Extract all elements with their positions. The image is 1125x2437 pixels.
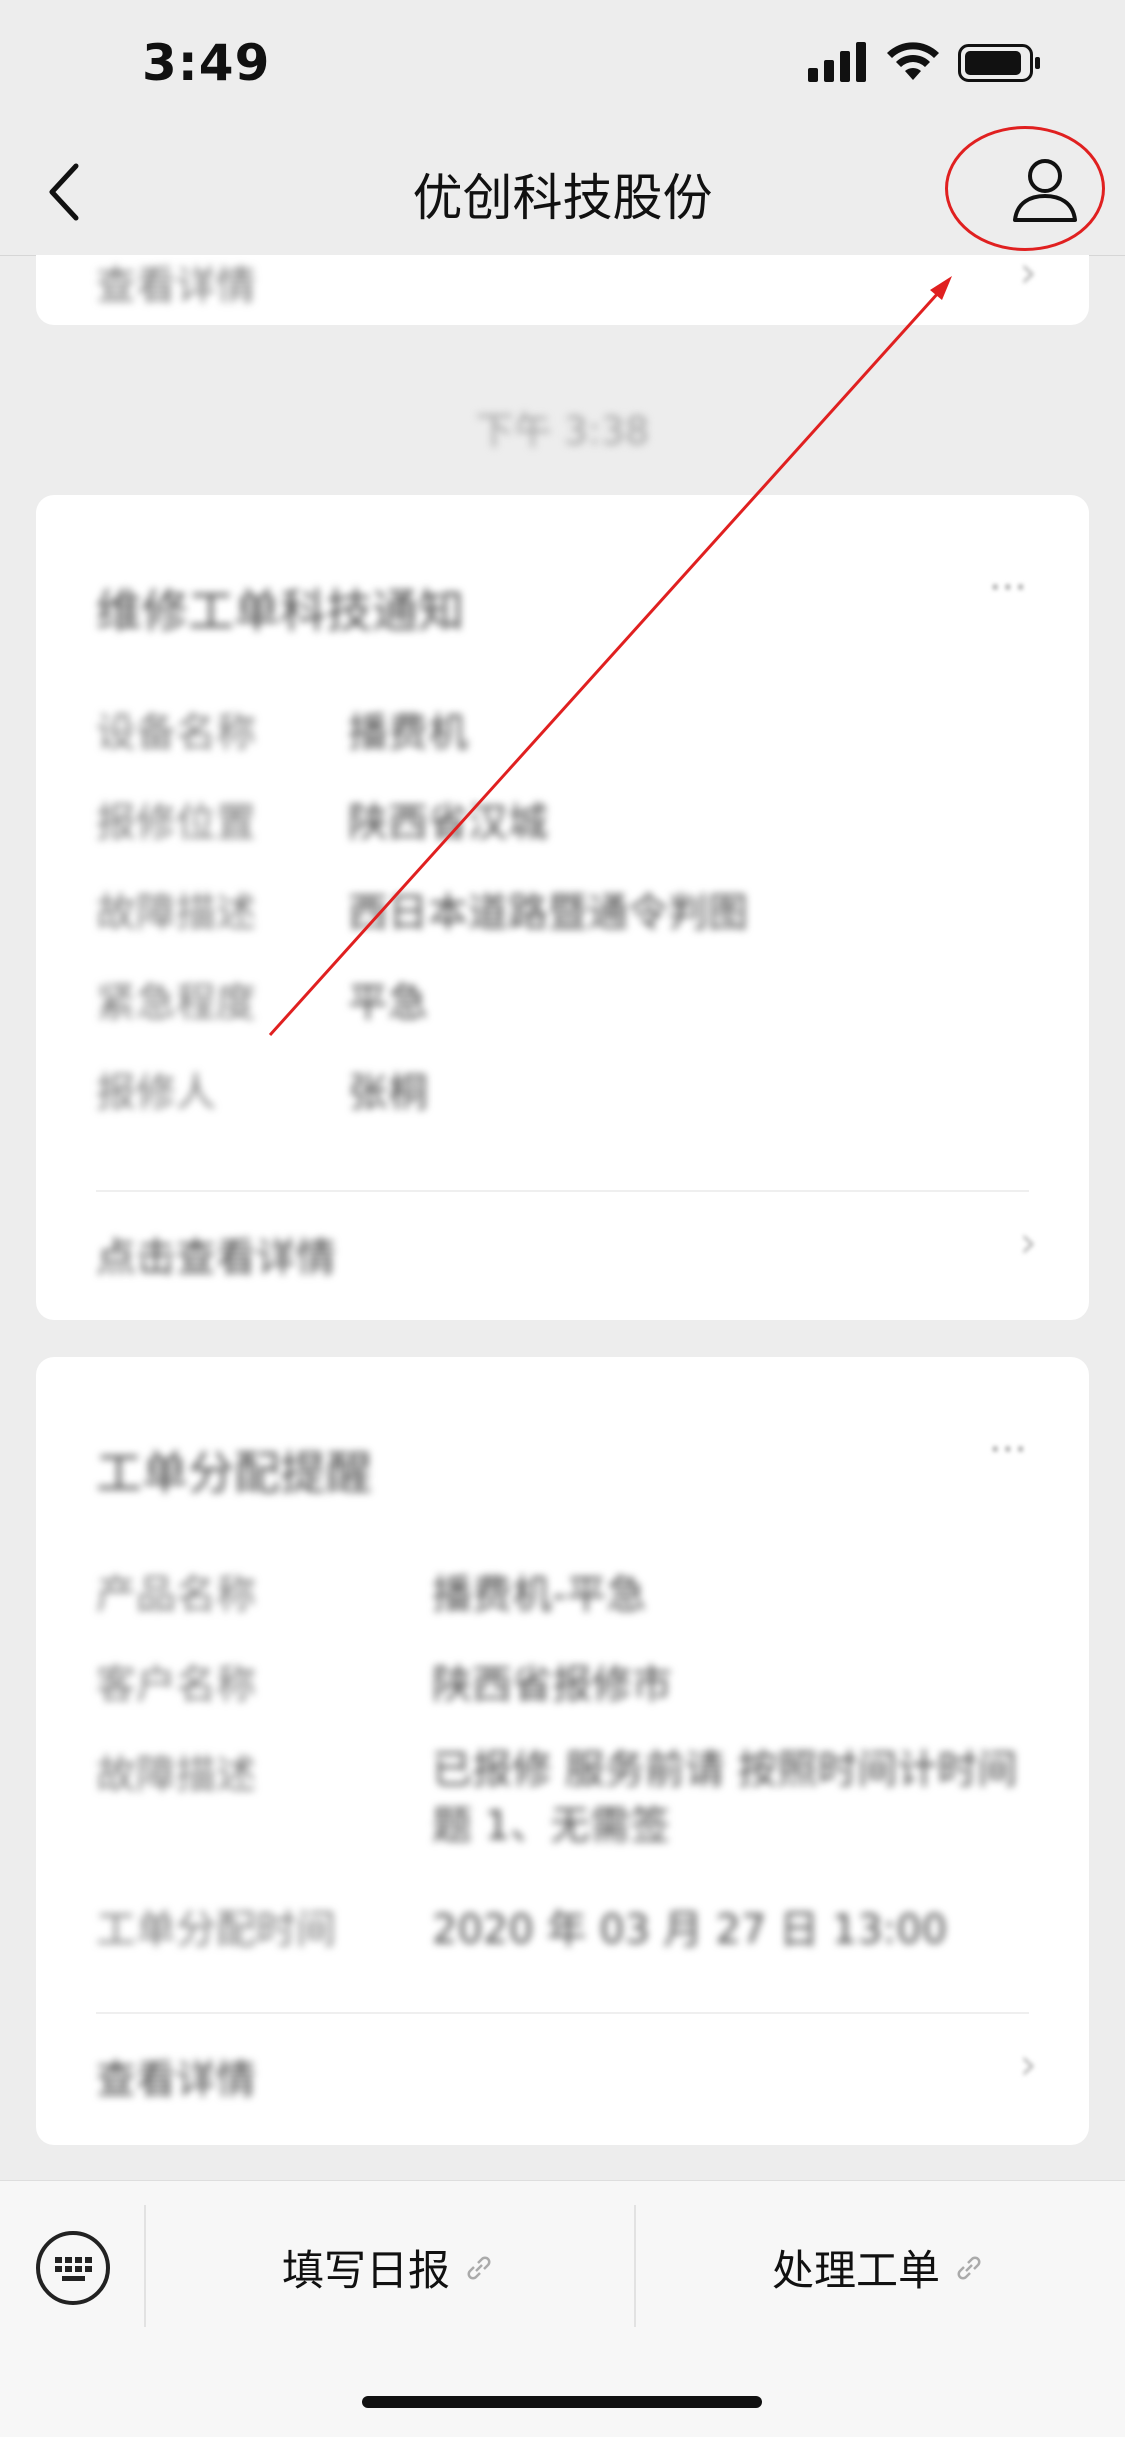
field-value: 播费机-平急 [432,1572,647,1618]
field-label: 设备名称 [96,710,256,756]
status-time: 3:49 [142,34,271,92]
field-label: 客户名称 [96,1662,256,1708]
previous-card-footer: 查看详情 [96,263,256,309]
menu-separator [634,2205,636,2327]
menu-item-daily-report[interactable]: 填写日报 [282,2237,494,2298]
field-value: 2020 年 03 月 27 日 13:00 [432,1907,948,1953]
card-title: 维修工单科技通知 [96,584,464,638]
field-value: 西日本道路暨通令判图 [348,890,748,936]
card-footer-link[interactable]: 查看详情 [96,2047,256,2105]
card-title: 工单分配提醒 [96,1446,372,1500]
menu-label: 填写日报 [282,2246,451,2295]
field-value: 播费机 [348,710,468,756]
status-bar: 3:49 [0,0,1125,130]
battery-icon [958,44,1040,82]
wifi-icon [887,42,939,80]
field-value: 陕西省报修市 [432,1662,672,1708]
more-dots-icon[interactable]: ··· [989,565,1027,611]
chevron-right-icon: › [1019,255,1037,298]
previous-message-card[interactable]: 查看详情 › [36,255,1089,325]
page-title: 优创科技股份 [412,169,713,227]
home-indicator[interactable] [362,2396,762,2408]
field-label: 工单分配时间 [96,1907,336,1953]
field-label: 紧急程度 [96,980,256,1026]
cellular-signal-icon [808,42,866,82]
user-profile-icon[interactable] [1005,150,1085,230]
message-card-repair[interactable]: 维修工单科技通知 ··· 设备名称 播费机 报修位置 陕西省汉城 故障描述 西日… [36,495,1089,1320]
link-icon [957,2256,981,2279]
chevron-right-icon: › [1019,1217,1037,1268]
nav-bar: 优创科技股份 [0,130,1125,256]
card-footer-link[interactable]: 点击查看详情 [96,1225,336,1283]
menu-item-process-order[interactable]: 处理工单 [772,2237,984,2298]
field-value: 平急 [348,980,428,1026]
more-dots-icon[interactable]: ··· [989,1427,1027,1473]
field-label: 报修人 [96,1070,216,1116]
card-divider [96,1190,1029,1192]
message-card-assignment[interactable]: 工单分配提醒 ··· 产品名称 播费机-平急 客户名称 陕西省报修市 故障描述 … [36,1357,1089,2145]
menu-label: 处理工单 [772,2246,941,2295]
field-label: 产品名称 [96,1572,256,1618]
menu-separator [144,2205,146,2327]
keyboard-icon[interactable] [36,2231,110,2305]
chevron-right-icon: › [1019,2039,1037,2090]
field-value: 已报修 服务前请 按照时间计时间题 1、无需签 [432,1747,1018,1849]
field-value: 陕西省汉城 [348,800,548,846]
card-divider [96,2012,1029,2014]
field-label: 报修位置 [96,800,256,846]
field-value: 张桐 [348,1070,428,1116]
field-label: 故障描述 [96,1752,256,1798]
link-icon [467,2256,491,2279]
field-label: 故障描述 [96,890,256,936]
message-timestamp: 下午 3:38 [475,409,650,453]
